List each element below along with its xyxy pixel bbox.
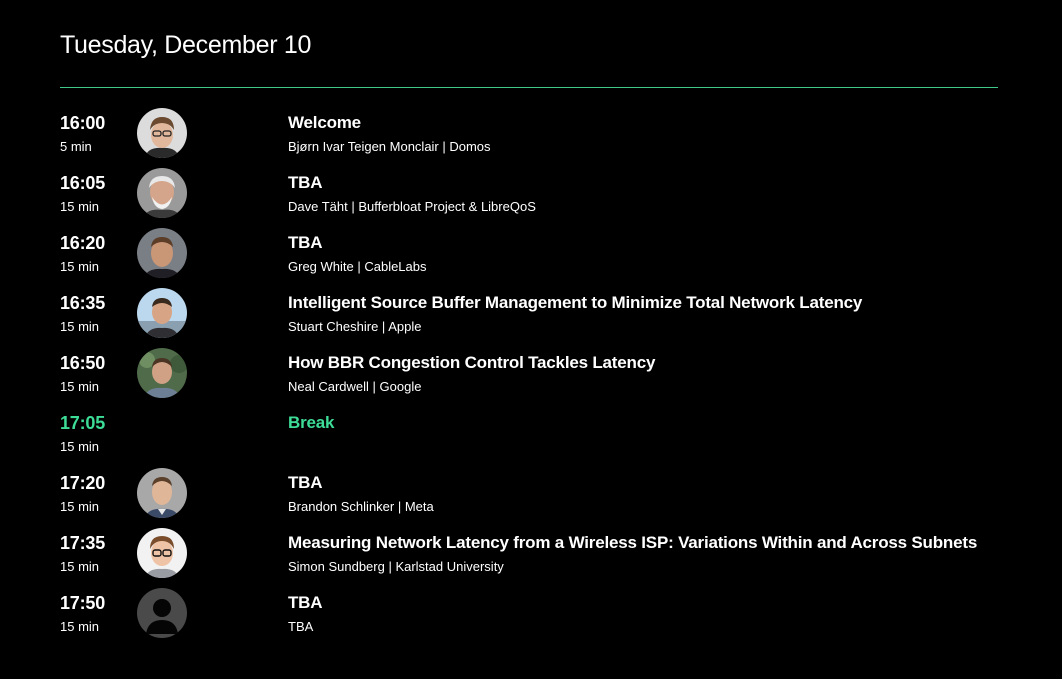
speaker-name: Simon Sundberg | Karlstad University [288,559,504,574]
session-title: TBA [288,593,323,612]
session-duration: 15 min [60,379,100,394]
speaker-name: Brandon Schlinker | Meta [288,499,434,514]
speaker-photo-icon [137,228,187,278]
schedule-row-1720: 17:20 15 min TBA Brandon Schlinker | Met… [60,468,998,528]
page-title: Tuesday, December 10 [60,31,312,59]
speaker-name: TBA [288,619,314,634]
session-time: 17:35 [60,533,106,553]
session-duration: 5 min [60,139,92,154]
speaker-name: Dave Täht | Bufferbloat Project & LibreQ… [288,199,536,214]
session-duration: 15 min [60,499,100,514]
session-title: TBA [288,173,323,192]
placeholder-avatar-icon [137,588,187,638]
session-time: 16:35 [60,293,106,313]
session-duration: 15 min [60,619,100,634]
speaker-photo-icon [137,288,187,338]
session-duration: 15 min [60,259,100,274]
session-time: 16:05 [60,173,106,193]
session-time: 17:50 [60,593,106,613]
session-title: TBA [288,233,323,252]
schedule-row-1600: 16:00 5 min Welcome Bjørn Ivar Teigen Mo… [60,108,998,168]
schedule-row-1705-break: 17:05 15 min Break [60,408,998,468]
schedule-list: 16:00 5 min Welcome Bjørn Ivar Teigen Mo… [60,108,998,648]
schedule-row-1605: 16:05 15 min TBA Dave Täht | Bufferbloat… [60,168,998,228]
speaker-avatar [137,528,187,578]
session-title: TBA [288,473,323,492]
speaker-photo-icon [137,528,187,578]
speaker-avatar [137,228,187,278]
session-time: 16:50 [60,353,106,373]
divider [60,87,998,88]
schedule-row-1635: 16:35 15 min Intelligent Source Buffer M… [60,288,998,348]
session-title: How BBR Congestion Control Tackles Laten… [288,353,656,372]
session-title: Welcome [288,113,361,132]
speaker-photo-icon [137,108,187,158]
schedule-row-1620: 16:20 15 min TBA Greg White | CableLabs [60,228,998,288]
session-duration: 15 min [60,319,100,334]
speaker-avatar [137,168,187,218]
session-title: Measuring Network Latency from a Wireles… [288,533,978,552]
speaker-name: Greg White | CableLabs [288,259,427,274]
session-time: 16:00 [60,113,106,133]
speaker-name: Stuart Cheshire | Apple [288,319,422,334]
speaker-avatar [137,288,187,338]
speaker-name: Neal Cardwell | Google [288,379,422,394]
speaker-avatar [137,588,187,638]
speaker-photo-icon [137,348,187,398]
session-duration: 15 min [60,439,100,454]
speaker-avatar [137,108,187,158]
session-time: 17:05 [60,413,106,433]
speaker-name: Bjørn Ivar Teigen Monclair | Domos [288,139,491,154]
session-title: Intelligent Source Buffer Management to … [288,293,863,312]
session-duration: 15 min [60,559,100,574]
speaker-photo-icon [137,168,187,218]
speaker-avatar [137,348,187,398]
schedule-row-1750: 17:50 15 min TBA TBA [60,588,998,648]
session-duration: 15 min [60,199,100,214]
speaker-avatar [137,468,187,518]
schedule-row-1650: 16:50 15 min How BBR Congestion Control … [60,348,998,408]
session-time: 17:20 [60,473,106,493]
schedule-row-1735: 17:35 15 min Measuring Network Latency f… [60,528,998,588]
session-time: 16:20 [60,233,106,253]
break-title: Break [288,413,335,432]
speaker-photo-icon [137,468,187,518]
